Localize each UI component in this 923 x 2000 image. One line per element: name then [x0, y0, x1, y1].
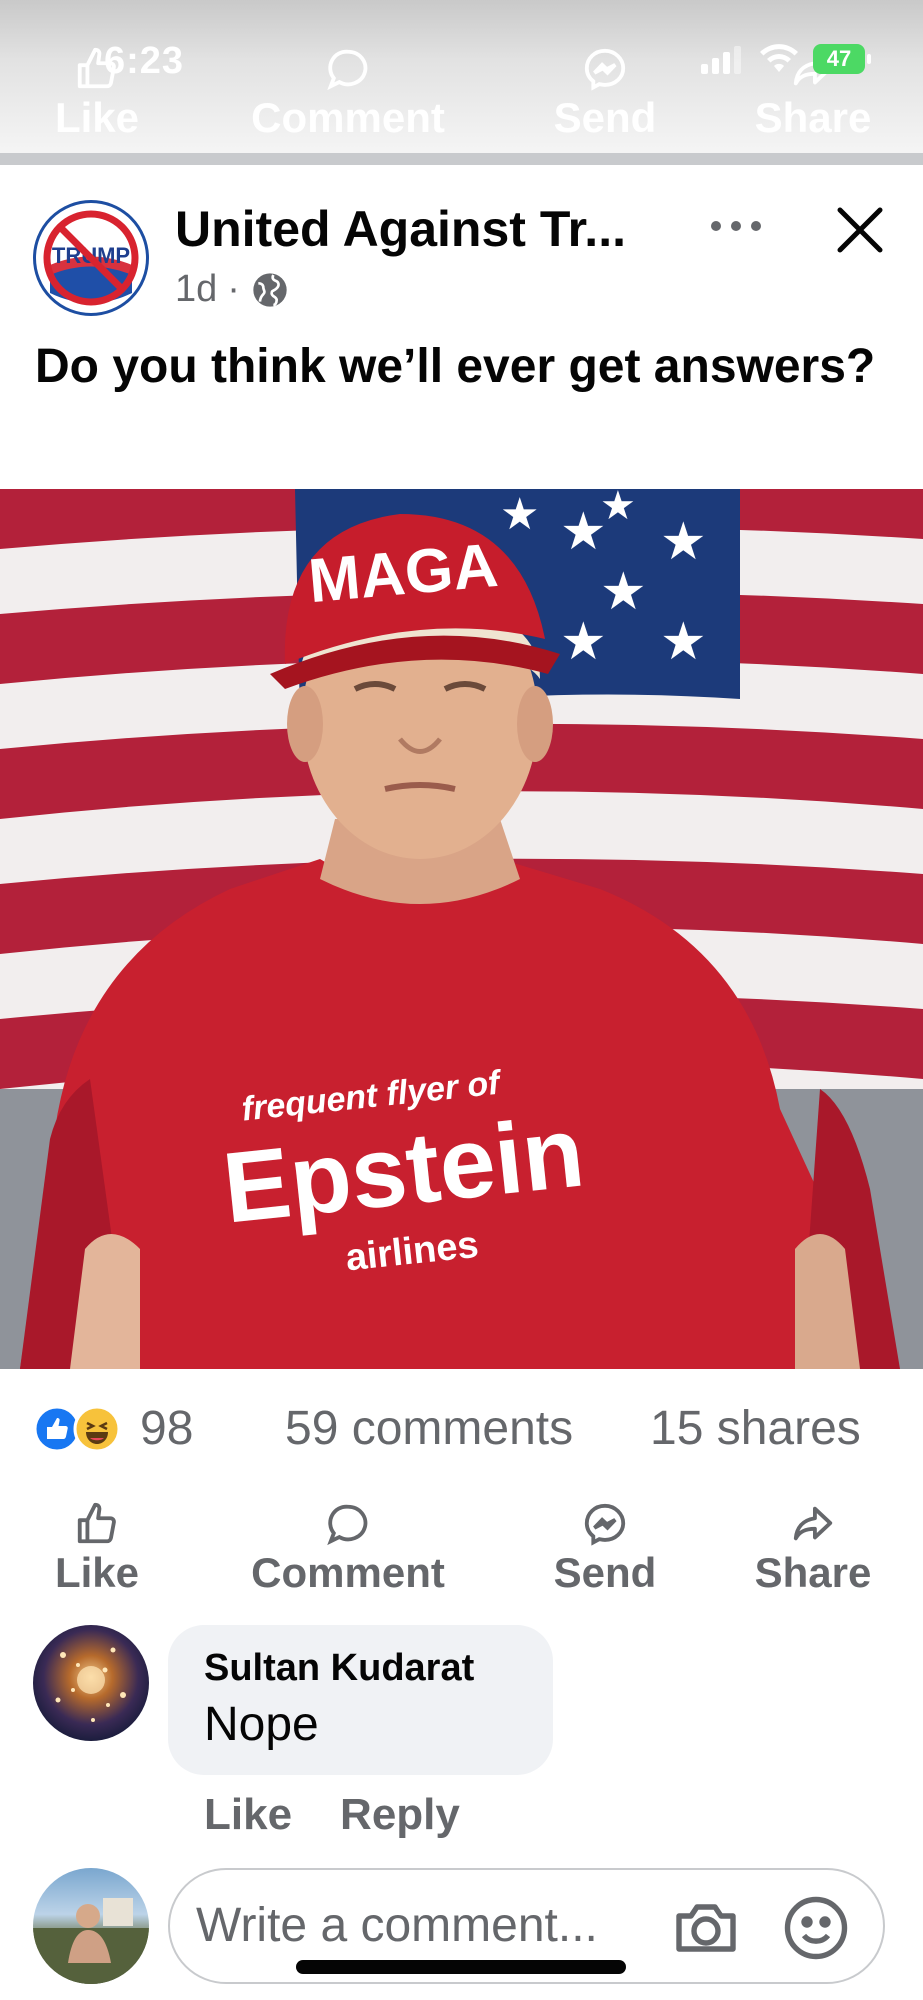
camera-button[interactable] — [670, 1892, 742, 1964]
galaxy-avatar-image — [55, 1647, 126, 1722]
cellular-signal-icon — [701, 46, 741, 74]
post-age: 1d — [175, 268, 218, 310]
svg-text:★: ★ — [660, 512, 707, 572]
comment-bubble-icon — [248, 1495, 448, 1547]
globe-icon — [253, 272, 287, 307]
comment-actions: Like Reply — [204, 1790, 460, 1840]
comments-count[interactable]: 59 comments — [285, 1401, 573, 1456]
camera-icon — [676, 1904, 736, 1952]
send-label: Send — [553, 1549, 657, 1596]
prev-comment-button[interactable]: Comment — [248, 40, 448, 142]
send-button[interactable]: Send — [505, 1495, 705, 1597]
share-label: Share — [754, 1549, 872, 1596]
hide-post-button[interactable] — [830, 200, 890, 260]
previous-post-action-bar: Like Comment Send Share 6:23 47 — [0, 0, 923, 165]
svg-text:★: ★ — [600, 562, 647, 622]
comment-bubble[interactable]: Sultan Kudarat Nope — [168, 1625, 553, 1775]
commenter-avatar[interactable] — [33, 1625, 149, 1741]
user-photo — [33, 1898, 149, 1984]
battery-indicator: 47 — [813, 44, 871, 74]
reaction-count[interactable]: 98 — [140, 1401, 193, 1456]
prev-share-label: Share — [754, 94, 872, 141]
page-avatar[interactable]: TRUMP — [33, 200, 149, 316]
prev-send-label: Send — [553, 94, 657, 141]
smiley-icon — [784, 1896, 848, 1960]
wifi-icon — [760, 44, 798, 72]
comment-text: Nope — [204, 1698, 319, 1751]
haha-reaction-icon — [73, 1405, 121, 1453]
comment-author[interactable]: Sultan Kudarat — [204, 1647, 474, 1690]
comment-reply-button[interactable]: Reply — [340, 1790, 460, 1840]
photo-illustration: ★ ★ ★ ★ ★ ★ ★ MAGA frequent flyer of Eps… — [0, 489, 923, 1369]
share-button[interactable]: Share — [713, 1495, 913, 1597]
home-indicator[interactable] — [296, 1960, 626, 1974]
prev-send-button[interactable]: Send — [505, 40, 705, 142]
status-time: 6:23 — [104, 40, 185, 82]
thumbs-up-icon — [0, 1495, 197, 1547]
comment-button[interactable]: Comment — [248, 1495, 448, 1597]
comment-input-placeholder: Write a comment... — [196, 1899, 598, 1952]
like-label: Like — [54, 1549, 140, 1596]
engagement-counts: 98 59 comments 15 shares — [0, 1395, 923, 1465]
current-user-avatar[interactable] — [33, 1868, 149, 1984]
close-icon — [837, 207, 883, 253]
comment-bubble-icon — [248, 40, 448, 92]
svg-text:★: ★ — [600, 489, 636, 529]
svg-text:★: ★ — [560, 612, 607, 672]
status-icons: 47 — [699, 42, 871, 76]
more-dots-icon — [711, 221, 761, 231]
prev-comment-label: Comment — [251, 94, 445, 141]
meta-separator: · — [227, 268, 240, 310]
post-photo[interactable]: ★ ★ ★ ★ ★ ★ ★ MAGA frequent flyer of Eps… — [0, 489, 923, 1369]
svg-text:★: ★ — [500, 489, 539, 540]
share-arrow-icon — [713, 1495, 913, 1547]
like-button[interactable]: Like — [0, 1495, 197, 1597]
prev-like-label: Like — [54, 94, 140, 141]
more-options-button[interactable] — [706, 206, 766, 246]
shares-count[interactable]: 15 shares — [650, 1401, 861, 1456]
messenger-icon — [505, 40, 705, 92]
post-divider — [0, 153, 923, 165]
page-name[interactable]: United Against Tr... — [175, 200, 626, 258]
reaction-icons[interactable] — [33, 1405, 121, 1453]
no-trump-logo: TRUMP — [41, 208, 141, 308]
emoji-button[interactable] — [780, 1892, 852, 1964]
comment-label: Comment — [251, 1549, 445, 1596]
post-actions: Like Comment Send Share — [0, 1495, 923, 1605]
svg-text:★: ★ — [660, 612, 707, 672]
post-meta: 1d · — [175, 268, 290, 311]
messenger-icon — [505, 1495, 705, 1547]
comment-like-button[interactable]: Like — [204, 1790, 292, 1840]
post-text: Do you think we’ll ever get answers? — [35, 340, 876, 393]
